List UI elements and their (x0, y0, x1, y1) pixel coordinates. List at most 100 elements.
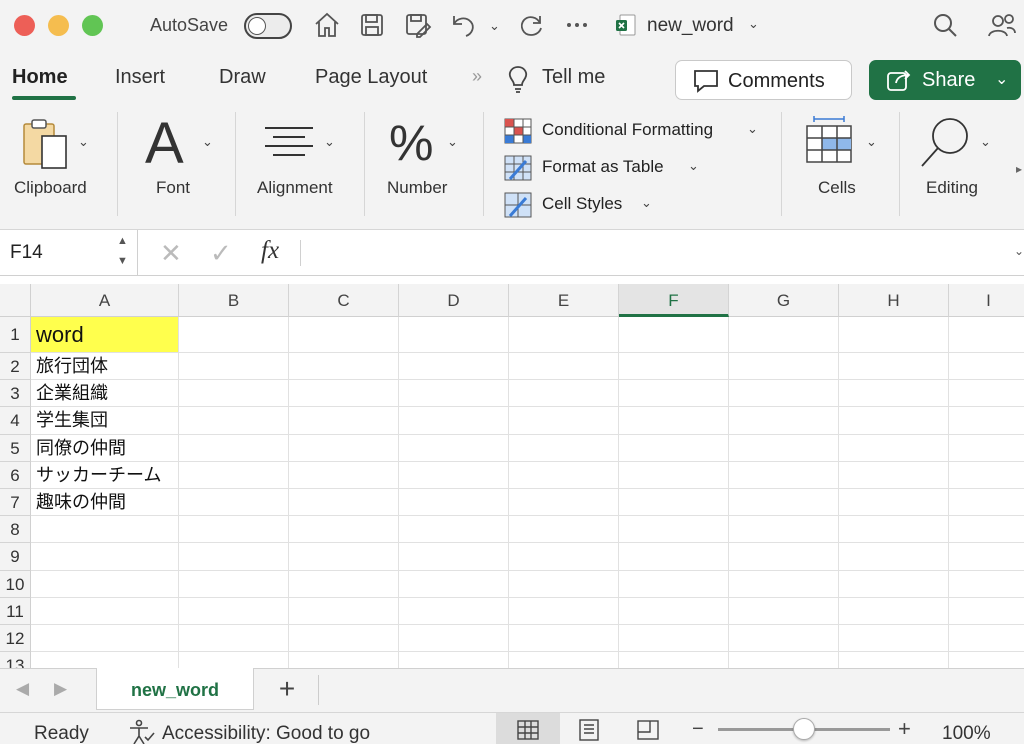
cell-e7[interactable] (509, 489, 619, 517)
cell-c6[interactable] (289, 461, 399, 489)
cell-e6[interactable] (509, 461, 619, 489)
undo-icon[interactable] (448, 10, 478, 40)
tab-page-layout[interactable]: Page Layout (315, 66, 427, 89)
title-chevron-down-icon[interactable]: ⌄ (748, 16, 759, 32)
cell-h9[interactable] (839, 543, 949, 571)
zoom-in-button[interactable]: + (898, 716, 911, 742)
cell-h5[interactable] (839, 434, 949, 462)
cell-d6[interactable] (399, 461, 509, 489)
save-icon[interactable] (357, 10, 387, 40)
cell-f7[interactable] (619, 489, 729, 517)
font-chevron-down-icon[interactable]: ⌄ (202, 134, 213, 150)
accessibility-icon[interactable] (127, 719, 155, 744)
cell-i12[interactable] (949, 625, 1024, 653)
column-header-a[interactable]: A (31, 284, 179, 317)
cell-h8[interactable] (839, 516, 949, 544)
cell-a12[interactable] (31, 625, 179, 653)
cell-c12[interactable] (289, 625, 399, 653)
number-chevron-down-icon[interactable]: ⌄ (447, 134, 458, 150)
alignment-group[interactable]: ⌄ Alignment (236, 106, 362, 230)
cell-f10[interactable] (619, 570, 729, 598)
cell-e2[interactable] (509, 353, 619, 381)
cell-f2[interactable] (619, 353, 729, 381)
cell-b5[interactable] (179, 434, 289, 462)
row-header-5[interactable]: 5 (0, 434, 31, 462)
cell-g3[interactable] (729, 380, 839, 408)
zoom-out-button[interactable]: − (692, 718, 704, 741)
cell-a1[interactable]: word (31, 317, 179, 353)
cell-a10[interactable] (31, 570, 179, 598)
number-group[interactable]: % ⌄ Number (365, 106, 481, 230)
cell-d4[interactable] (399, 407, 509, 435)
editing-chevron-down-icon[interactable]: ⌄ (980, 134, 991, 150)
spreadsheet-grid[interactable]: A B C D E F G H I 1 word 2 旅行団体 3 企業組織 4 学生集団 5 同僚の仲間 6 サッカー… (0, 284, 1024, 668)
row-header-8[interactable]: 8 (0, 516, 31, 544)
cell-f5[interactable] (619, 434, 729, 462)
cell-h12[interactable] (839, 625, 949, 653)
row-header-6[interactable]: 6 (0, 461, 31, 489)
cell-d3[interactable] (399, 380, 509, 408)
cell-h13[interactable] (839, 652, 949, 668)
zoom-level[interactable]: 100% (942, 723, 991, 744)
cell-h6[interactable] (839, 461, 949, 489)
cell-i10[interactable] (949, 571, 1024, 598)
cell-i3[interactable] (949, 380, 1024, 408)
cell-a2[interactable]: 旅行団体 (31, 353, 179, 381)
row-header-13[interactable]: 13 (0, 652, 31, 668)
row-header-9[interactable]: 9 (0, 543, 31, 571)
cell-h2[interactable] (839, 353, 949, 381)
cell-f6[interactable] (619, 461, 729, 489)
column-header-e[interactable]: E (509, 284, 619, 317)
cell-g5[interactable] (729, 434, 839, 462)
cell-d7[interactable] (399, 489, 509, 517)
cell-a9[interactable] (31, 543, 179, 571)
name-box-down-icon[interactable]: ▼ (117, 255, 128, 267)
column-header-c[interactable]: C (289, 284, 399, 317)
cell-e11[interactable] (509, 597, 619, 625)
cell-f1[interactable] (619, 317, 729, 353)
cell-a4[interactable]: 学生集団 (31, 407, 179, 435)
cell-f3[interactable] (619, 380, 729, 408)
row-header-11[interactable]: 11 (0, 597, 31, 625)
cell-g1[interactable] (729, 317, 839, 353)
cell-a6[interactable]: サッカーチーム (31, 461, 179, 489)
more-tabs-chevron-icon[interactable]: » (472, 66, 482, 87)
cell-d9[interactable] (399, 543, 509, 571)
tab-draw[interactable]: Draw (219, 66, 266, 89)
cell-a7[interactable]: 趣味の仲間 (31, 489, 179, 517)
cell-g7[interactable] (729, 489, 839, 517)
cell-b10[interactable] (179, 570, 289, 598)
cells-chevron-down-icon[interactable]: ⌄ (866, 134, 877, 150)
cell-c2[interactable] (289, 353, 399, 381)
cell-d5[interactable] (399, 434, 509, 462)
cell-d11[interactable] (399, 597, 509, 625)
cell-h1[interactable] (839, 317, 949, 353)
maximize-window-button[interactable] (82, 15, 103, 36)
conditional-formatting-chevron-down-icon[interactable]: ⌄ (747, 121, 758, 137)
cell-d10[interactable] (399, 570, 509, 598)
cell-i9[interactable] (949, 543, 1024, 571)
cell-styles-chevron-down-icon[interactable]: ⌄ (641, 195, 652, 211)
cell-h3[interactable] (839, 380, 949, 408)
column-header-f[interactable]: F (619, 284, 729, 317)
cell-a3[interactable]: 企業組織 (31, 380, 179, 408)
cell-h4[interactable] (839, 407, 949, 435)
cell-i6[interactable] (949, 462, 1024, 489)
cell-b11[interactable] (179, 597, 289, 625)
cell-a13[interactable] (31, 652, 179, 668)
cell-b4[interactable] (179, 407, 289, 435)
column-header-h[interactable]: H (839, 284, 949, 317)
cell-g10[interactable] (729, 570, 839, 598)
cell-h11[interactable] (839, 597, 949, 625)
cell-b1[interactable] (179, 317, 289, 353)
cell-d8[interactable] (399, 516, 509, 544)
cell-g11[interactable] (729, 597, 839, 625)
column-header-b[interactable]: B (179, 284, 289, 317)
cell-d2[interactable] (399, 353, 509, 381)
clipboard-group[interactable]: ⌄ Clipboard (0, 106, 116, 230)
autosave-toggle[interactable] (244, 13, 292, 39)
insert-function-fx-icon[interactable]: fx (261, 237, 279, 265)
add-sheet-button[interactable]: + (270, 675, 304, 705)
row-header-1[interactable]: 1 (0, 317, 31, 353)
cancel-icon[interactable]: ✕ (160, 238, 182, 269)
